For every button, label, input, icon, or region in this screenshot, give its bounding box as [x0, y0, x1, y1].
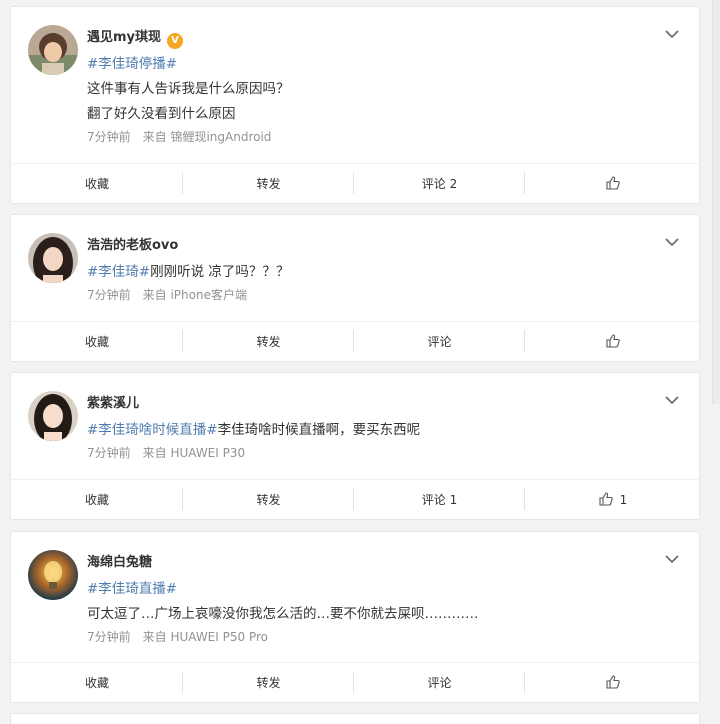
post-text: #李佳琦啥时候直播#李佳琦啥时候直播啊，要买东西呢 [87, 422, 421, 438]
post-time[interactable]: 7分钟前 [87, 630, 131, 644]
user-avatar[interactable] [28, 233, 78, 283]
username[interactable]: 遇见my琪现 V [87, 26, 184, 49]
post-meta: 7分钟前 来自 HUAWEI P50 Pro [87, 628, 280, 645]
collect-button[interactable]: 收藏 [11, 322, 183, 362]
user-avatar[interactable] [28, 391, 78, 441]
chevron-down-icon[interactable] [665, 29, 679, 39]
like-button[interactable] [525, 164, 701, 204]
comment-button[interactable]: 评论 1 [354, 480, 525, 520]
username[interactable]: 浩浩的老板ovo [87, 234, 178, 253]
chevron-down-icon[interactable] [665, 395, 679, 405]
thumbs-up-icon [606, 675, 620, 689]
verified-badge-icon: V [167, 33, 184, 49]
action-bar: 收藏 转发 评论 2 [11, 163, 699, 203]
post-card: 海绵白兔糖 #李佳琦直播# 可太逗了…广场上哀嚎没你我怎么活的…要不你就去屎呗…… [10, 531, 700, 703]
post-text: #李佳琦停播# [87, 52, 177, 72]
action-bar: 收藏 转发 评论 1 1 [11, 479, 699, 519]
like-count: 1 [619, 493, 628, 507]
username[interactable]: 紫紫溪儿 [87, 392, 139, 411]
repost-button[interactable]: 转发 [183, 480, 354, 520]
post-time[interactable]: 7分钟前 [87, 446, 131, 460]
action-bar: 收藏 转发 评论 [11, 321, 699, 361]
thumbs-up-icon [599, 492, 613, 506]
repost-button[interactable]: 转发 [183, 663, 354, 703]
post-text: 可太逗了…广场上哀嚎没你我怎么活的…要不你就去屎呗………… [87, 606, 479, 622]
post-card: 紫紫溪儿 #李佳琦啥时候直播#李佳琦啥时候直播啊，要买东西呢 7分钟前 来自 HU… [10, 372, 700, 520]
topic-tag[interactable]: #李佳琦直播# [87, 581, 177, 597]
post-card: 浩浩的老板ovo #李佳琦#刚刚听说 凉了吗？？？ 7分钟前 来自 iPhone客… [10, 214, 700, 362]
collect-button[interactable]: 收藏 [11, 164, 183, 204]
post-meta: 7分钟前 来自 锦鲤现ingAndroid [87, 128, 283, 145]
post-card [10, 713, 700, 724]
thumbs-up-icon [606, 334, 620, 348]
comment-button[interactable]: 评论 2 [354, 164, 525, 204]
chevron-down-icon[interactable] [665, 237, 679, 247]
post-time[interactable]: 7分钟前 [87, 288, 131, 302]
like-button[interactable]: 1 [525, 480, 701, 520]
weibo-feed: 遇见my琪现 V #李佳琦停播# 这件事有人告诉我是什么原因吗？ 翻了好久没看到什… [0, 0, 720, 724]
repost-button[interactable]: 转发 [183, 164, 354, 204]
action-bar: 收藏 转发 评论 [11, 662, 699, 702]
chevron-down-icon[interactable] [665, 554, 679, 564]
username[interactable]: 海绵白兔糖 [87, 551, 152, 570]
post-time[interactable]: 7分钟前 [87, 130, 131, 144]
post-source: 来自 iPhone客户端 [142, 288, 247, 302]
scrollbar[interactable] [712, 0, 720, 404]
like-button[interactable] [525, 663, 701, 703]
post-text: 这件事有人告诉我是什么原因吗？ [87, 81, 290, 97]
thumbs-up-icon [606, 176, 620, 190]
post-meta: 7分钟前 来自 iPhone客户端 [87, 286, 259, 303]
repost-button[interactable]: 转发 [183, 322, 354, 362]
post-source: 来自 HUAWEI P30 [142, 446, 246, 460]
post-source: 来自 锦鲤现ingAndroid [142, 130, 272, 144]
comment-button[interactable]: 评论 [354, 322, 525, 362]
post-text: 翻了好久没看到什么原因 [87, 106, 236, 122]
collect-button[interactable]: 收藏 [11, 480, 183, 520]
user-avatar[interactable] [28, 25, 78, 75]
topic-tag[interactable]: #李佳琦# [87, 264, 150, 280]
topic-tag[interactable]: #李佳琦啥时候直播# [87, 422, 218, 438]
like-button[interactable] [525, 322, 701, 362]
comment-button[interactable]: 评论 [354, 663, 525, 703]
post-text: #李佳琦直播# [87, 577, 177, 597]
topic-tag[interactable]: #李佳琦停播# [87, 56, 177, 72]
post-text: #李佳琦#刚刚听说 凉了吗？？？ [87, 264, 290, 280]
post-card: 遇见my琪现 V #李佳琦停播# 这件事有人告诉我是什么原因吗？ 翻了好久没看到什… [10, 6, 700, 204]
post-source: 来自 HUAWEI P50 Pro [142, 630, 268, 644]
post-meta: 7分钟前 来自 HUAWEI P30 [87, 444, 257, 461]
user-avatar[interactable] [28, 550, 78, 600]
collect-button[interactable]: 收藏 [11, 663, 183, 703]
